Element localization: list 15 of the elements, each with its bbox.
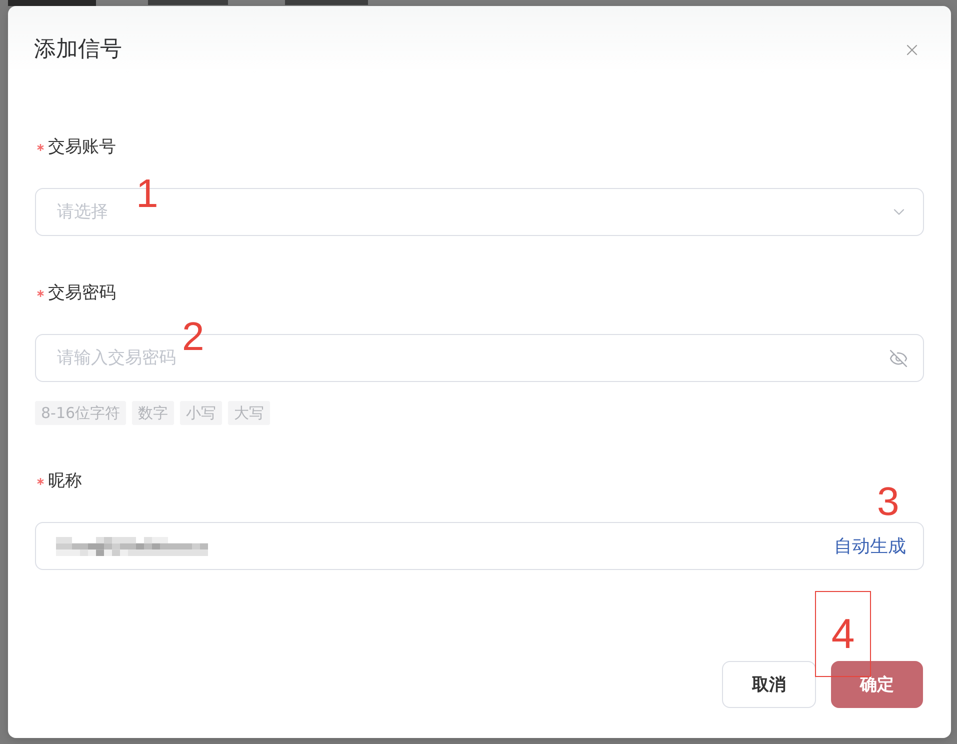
auto-generate-link[interactable]: 自动生成 — [834, 534, 906, 558]
field-label: 交易账号 — [48, 136, 116, 158]
password-rule-tag: 小写 — [180, 401, 222, 425]
password-rule-tag: 大写 — [228, 401, 270, 425]
eye-off-icon[interactable] — [889, 348, 908, 368]
cancel-button[interactable]: 取消 — [722, 661, 816, 708]
dialog-title: 添加信号 — [34, 36, 122, 64]
input-field[interactable]: 自动生成 — [35, 522, 924, 570]
password-rule-tag: 数字 — [132, 401, 174, 425]
field-label: 昵称 — [48, 470, 82, 492]
field-label: 交易密码 — [48, 282, 116, 304]
annotation-number: 4 — [831, 613, 855, 655]
confirm-button[interactable]: 确定 — [831, 661, 923, 708]
password-rule-tag: 8-16位字符 — [35, 401, 126, 425]
annotation-number: 3 — [877, 482, 900, 522]
